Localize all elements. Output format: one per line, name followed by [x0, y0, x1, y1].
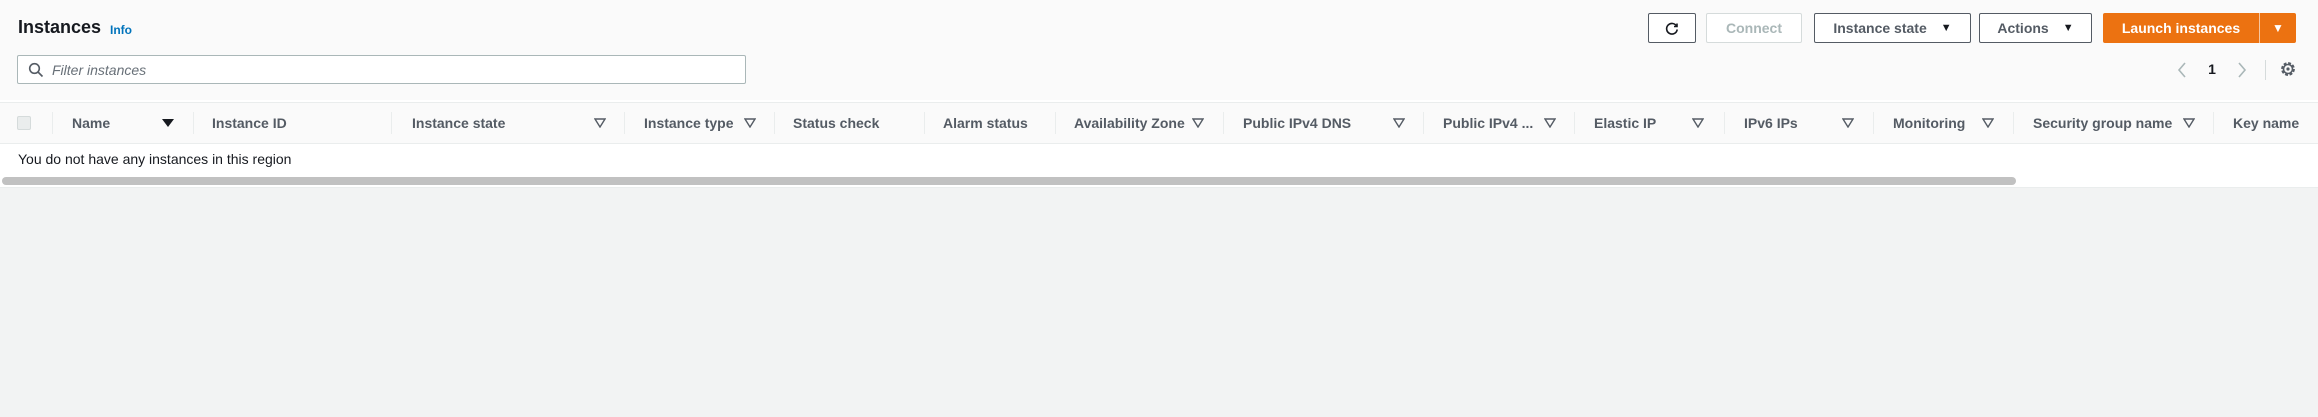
column-header-ipv6-ips[interactable]: IPv6 IPs	[1744, 103, 1869, 143]
column-header-instance-type[interactable]: Instance type	[644, 103, 759, 143]
instance-state-dropdown[interactable]: Instance state ▼	[1814, 13, 1971, 43]
actions-dropdown[interactable]: Actions ▼	[1979, 13, 2092, 43]
column-label: Elastic IP	[1594, 115, 1657, 131]
column-label: IPv6 IPs	[1744, 115, 1798, 131]
connect-label: Connect	[1726, 20, 1782, 36]
column-header-public-ipv4-address[interactable]: Public IPv4 ...	[1443, 103, 1558, 143]
column-divider	[1223, 112, 1224, 134]
column-divider	[624, 112, 625, 134]
column-header-elastic-ip[interactable]: Elastic IP	[1594, 103, 1724, 143]
column-divider	[1574, 112, 1575, 134]
column-header-public-ipv4-dns[interactable]: Public IPv4 DNS	[1243, 103, 1408, 143]
column-label: Security group name	[2033, 115, 2173, 131]
column-divider	[193, 112, 194, 134]
filter-instances-field	[17, 55, 746, 84]
column-label: Status check	[793, 115, 880, 131]
column-label: Alarm status	[943, 115, 1028, 131]
column-divider	[2213, 112, 2214, 134]
actions-label: Actions	[1997, 20, 2049, 36]
column-divider	[924, 112, 925, 134]
column-header-name[interactable]: Name	[72, 103, 192, 143]
column-header-instance-id[interactable]: Instance ID	[212, 103, 387, 143]
gear-icon[interactable]	[2278, 59, 2298, 79]
page-title: Instances	[18, 17, 102, 37]
launch-instances-button[interactable]: Launch instances	[2103, 13, 2259, 43]
caret-down-icon: ▼	[1940, 22, 1952, 34]
horizontal-scrollbar[interactable]	[2, 177, 2016, 185]
column-header-status-check[interactable]: Status check	[793, 103, 918, 143]
sort-icon[interactable]	[1842, 118, 1854, 128]
column-header-availability-zone[interactable]: Availability Zone	[1074, 103, 1214, 143]
page-background	[0, 189, 2318, 417]
column-label: Instance state	[412, 115, 506, 131]
table-header: Name Instance ID Instance state Instance…	[0, 102, 2318, 144]
pager-divider	[2265, 60, 2266, 80]
chevron-left-icon[interactable]	[2176, 60, 2188, 80]
sort-icon[interactable]	[1982, 118, 1994, 128]
launch-options-caret-icon[interactable]: ▼	[2260, 13, 2296, 43]
column-divider	[52, 112, 53, 134]
sort-descending-icon[interactable]	[162, 118, 174, 128]
column-label: Name	[72, 115, 111, 131]
column-header-security-group-name[interactable]: Security group name	[2033, 103, 2198, 143]
select-all-checkbox[interactable]	[17, 116, 31, 130]
sort-icon[interactable]	[594, 118, 606, 128]
launch-instances-split-button: Launch instances ▼	[2103, 13, 2296, 43]
column-header-key-name[interactable]: Key name	[2233, 103, 2318, 143]
connect-button[interactable]: Connect	[1706, 13, 1802, 43]
column-label: Public IPv4 ...	[1443, 115, 1534, 131]
caret-down-icon: ▼	[2062, 22, 2074, 34]
column-header-monitoring[interactable]: Monitoring	[1893, 103, 2018, 143]
refresh-button[interactable]	[1648, 13, 1696, 43]
column-label: Availability Zone	[1074, 115, 1185, 131]
column-divider	[1873, 112, 1874, 134]
column-divider	[774, 112, 775, 134]
search-input[interactable]	[52, 59, 732, 81]
sort-icon[interactable]	[1393, 118, 1405, 128]
column-header-alarm-status[interactable]: Alarm status	[943, 103, 1063, 143]
column-divider	[1423, 112, 1424, 134]
sort-icon[interactable]	[1192, 118, 1204, 128]
sort-icon[interactable]	[1544, 118, 1556, 128]
current-page-number[interactable]: 1	[2205, 61, 2219, 77]
column-divider	[391, 112, 392, 134]
sort-icon[interactable]	[744, 118, 756, 128]
refresh-icon	[1665, 22, 1678, 35]
column-divider	[1724, 112, 1725, 134]
column-label: Instance ID	[212, 115, 287, 131]
column-label: Instance type	[644, 115, 734, 131]
sort-icon[interactable]	[2183, 118, 2195, 128]
column-header-instance-state[interactable]: Instance state	[412, 103, 612, 143]
column-divider	[2013, 112, 2014, 134]
chevron-right-icon[interactable]	[2236, 60, 2248, 80]
column-label: Public IPv4 DNS	[1243, 115, 1352, 131]
empty-state-row: You do not have any instances in this re…	[0, 144, 2318, 174]
column-divider	[1055, 112, 1056, 134]
empty-state-message: You do not have any instances in this re…	[18, 151, 292, 167]
column-label: Key name	[2233, 115, 2300, 131]
split-divider	[2259, 13, 2260, 43]
search-icon	[28, 62, 44, 78]
instance-state-label: Instance state	[1833, 20, 1927, 36]
info-link[interactable]: Info	[110, 23, 132, 37]
sort-icon[interactable]	[1692, 118, 1704, 128]
column-label: Monitoring	[1893, 115, 1966, 131]
